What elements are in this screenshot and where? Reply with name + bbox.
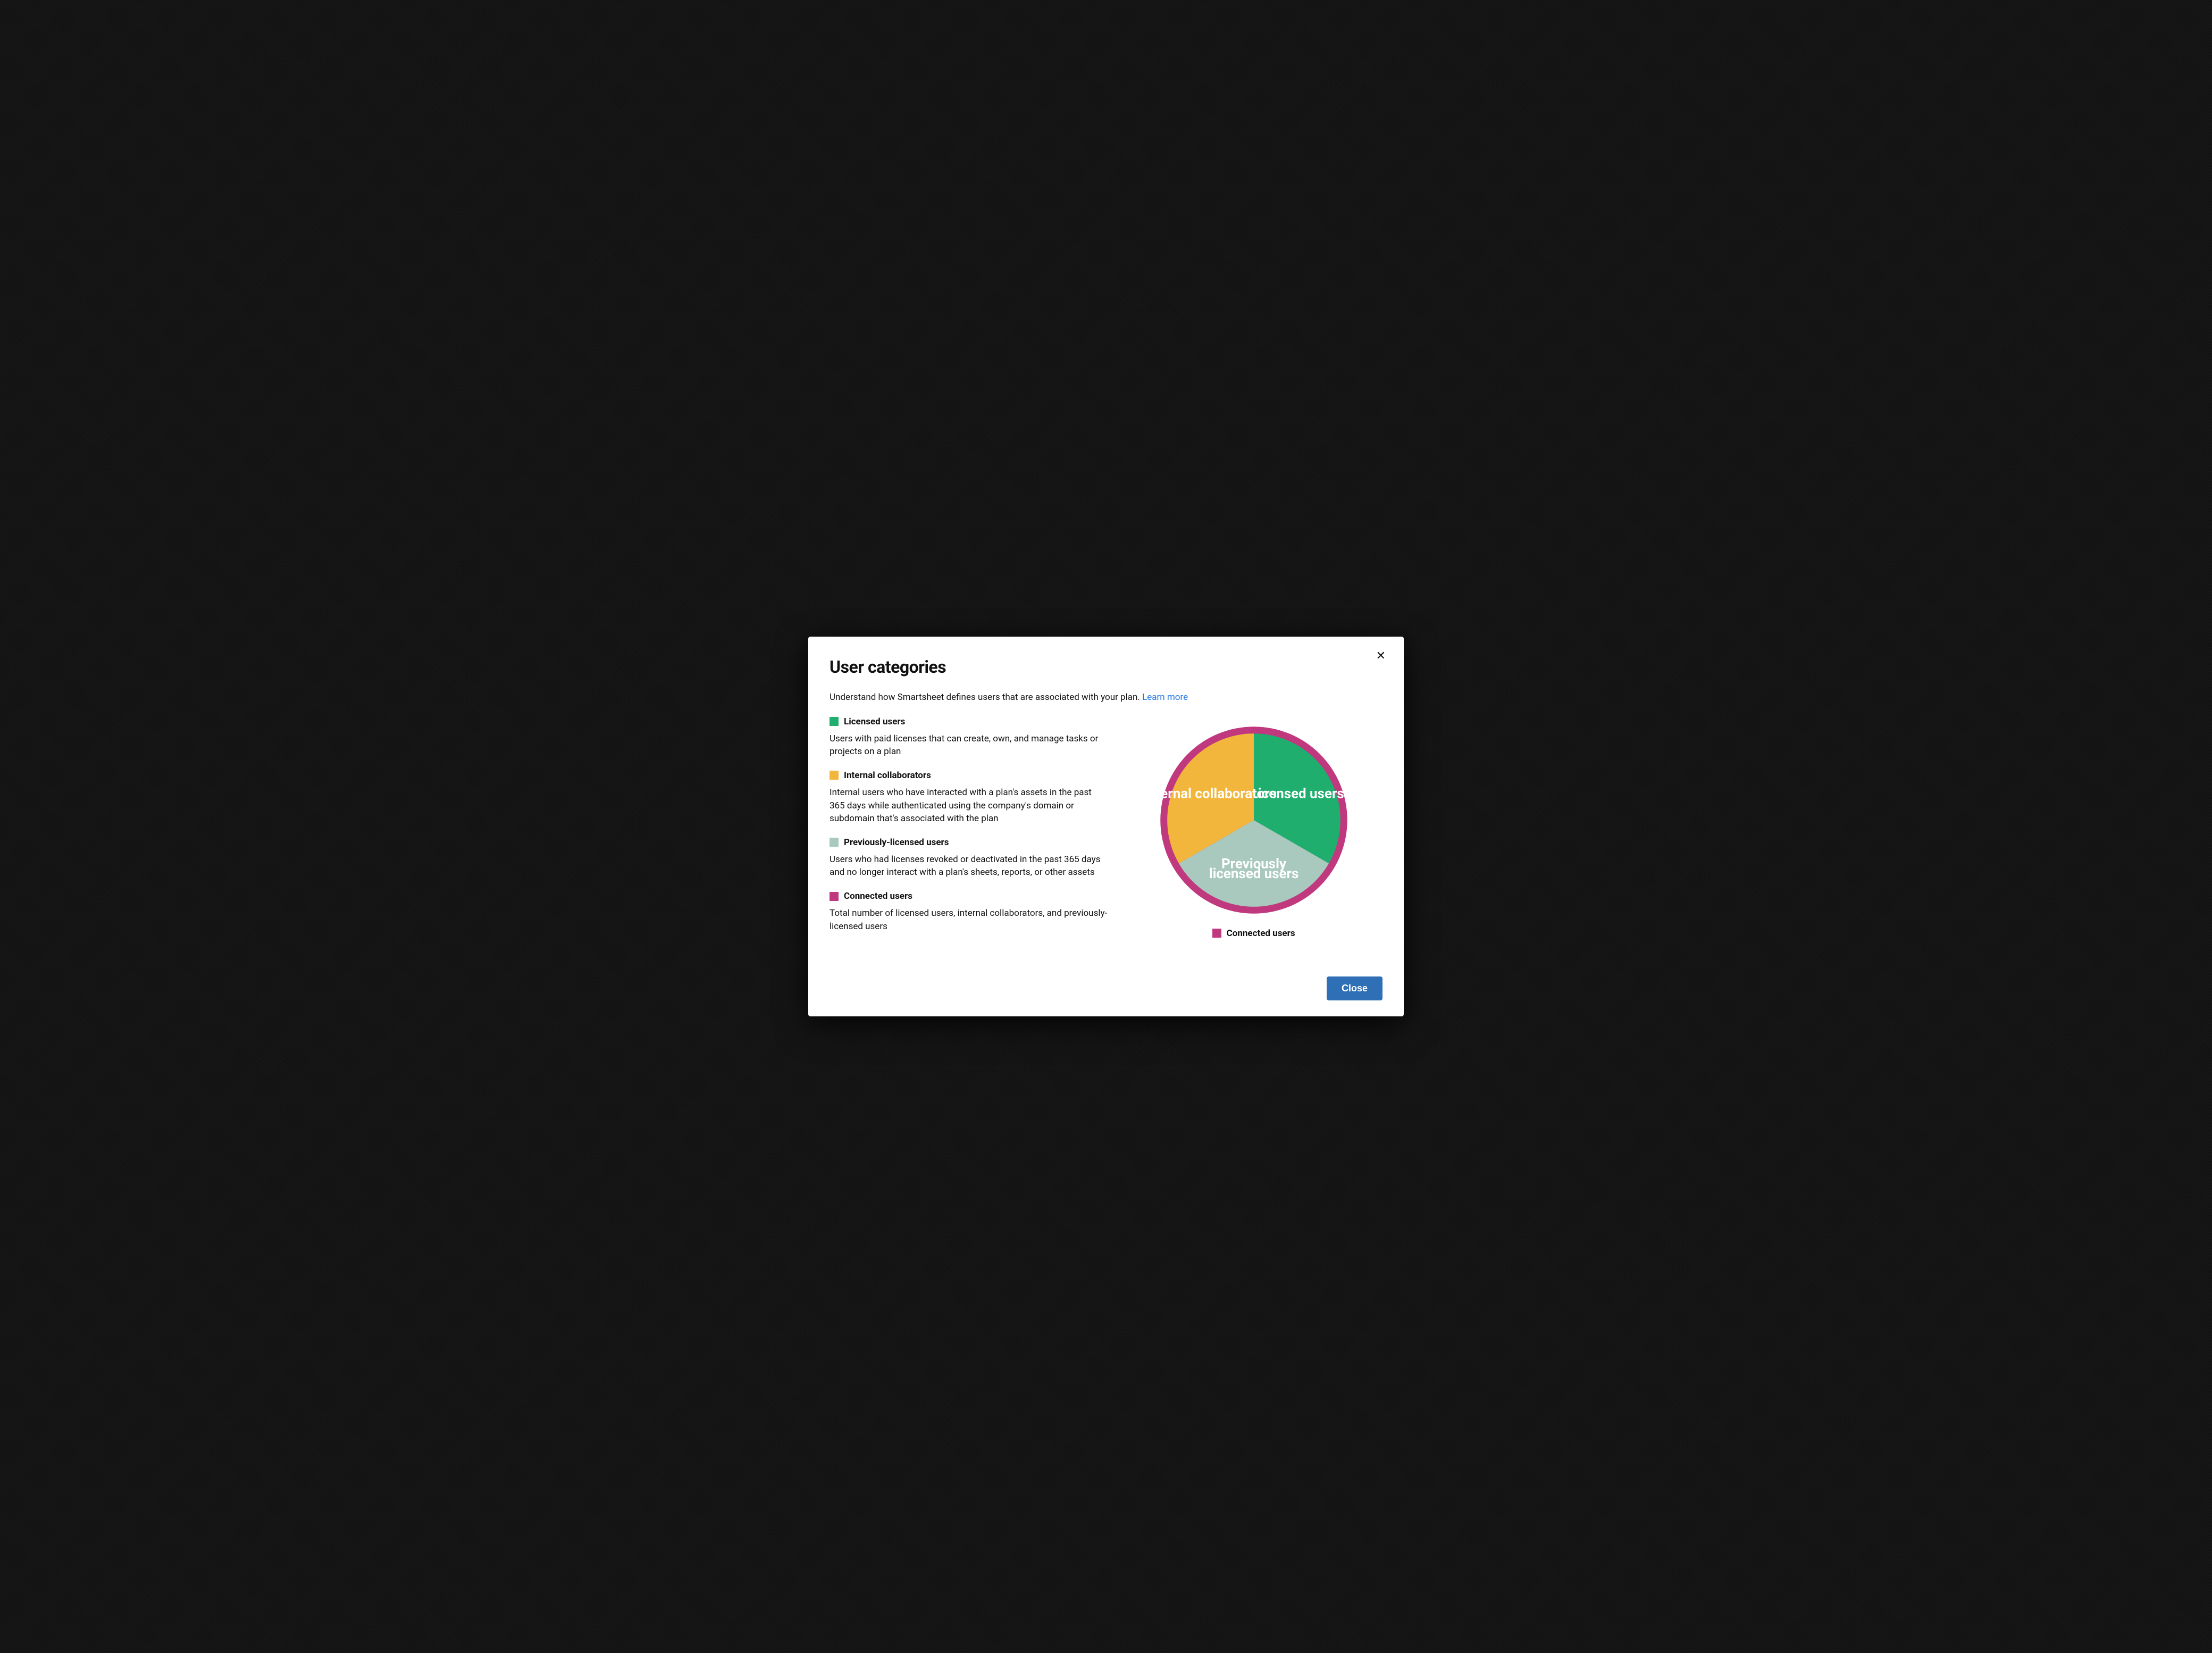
category-connected: Connected users Total number of licensed…	[830, 891, 1109, 933]
modal-intro: Understand how Smartsheet defines users …	[830, 692, 1382, 703]
category-previously: Previously-licensed users Users who had …	[830, 837, 1109, 879]
category-header: Licensed users	[830, 716, 1109, 727]
pie-legend-label: Connected users	[1227, 928, 1295, 939]
category-licensed: Licensed users Users with paid licenses …	[830, 716, 1109, 758]
intro-text: Understand how Smartsheet defines users …	[830, 692, 1142, 703]
category-desc: Users who had licenses revoked or deacti…	[830, 853, 1109, 879]
category-desc: Users with paid licenses that can create…	[830, 732, 1109, 758]
category-desc: Internal users who have interacted with …	[830, 786, 1109, 825]
category-title: Connected users	[844, 891, 912, 901]
swatch-previously	[830, 838, 839, 847]
pie-slice-label: Internal collaborators	[1155, 786, 1277, 802]
categories-list: Licensed users Users with paid licenses …	[830, 716, 1109, 945]
swatch-internal	[830, 771, 839, 780]
swatch-connected	[830, 892, 839, 901]
category-title: Licensed users	[844, 716, 905, 727]
category-header: Internal collaborators	[830, 770, 1109, 781]
swatch-legend-connected	[1212, 929, 1221, 938]
category-header: Connected users	[830, 891, 1109, 901]
modal-title: User categories	[830, 657, 946, 677]
pie-slice-label: Previouslylicensed users	[1209, 856, 1298, 882]
modal-content: Licensed users Users with paid licenses …	[830, 716, 1382, 945]
category-title: Internal collaborators	[844, 770, 931, 781]
category-desc: Total number of licensed users, internal…	[830, 907, 1109, 933]
swatch-licensed	[830, 717, 839, 726]
modal-footer: Close	[830, 976, 1382, 1000]
category-internal: Internal collaborators Internal users wh…	[830, 770, 1109, 825]
close-button[interactable]: Close	[1327, 976, 1382, 1000]
pie-svg: Licensed usersPreviouslylicensed usersIn…	[1155, 722, 1352, 919]
close-icon[interactable]: ✕	[1373, 649, 1389, 663]
modal-header: User categories ✕	[830, 657, 1382, 677]
chart-panel: Licensed usersPreviouslylicensed usersIn…	[1125, 716, 1382, 945]
learn-more-link[interactable]: Learn more	[1142, 692, 1188, 703]
category-title: Previously-licensed users	[844, 837, 949, 848]
user-categories-modal: User categories ✕ Understand how Smartsh…	[808, 637, 1404, 1017]
category-header: Previously-licensed users	[830, 837, 1109, 848]
pie-chart: Licensed usersPreviouslylicensed usersIn…	[1155, 722, 1352, 919]
pie-legend-connected: Connected users	[1212, 928, 1295, 939]
